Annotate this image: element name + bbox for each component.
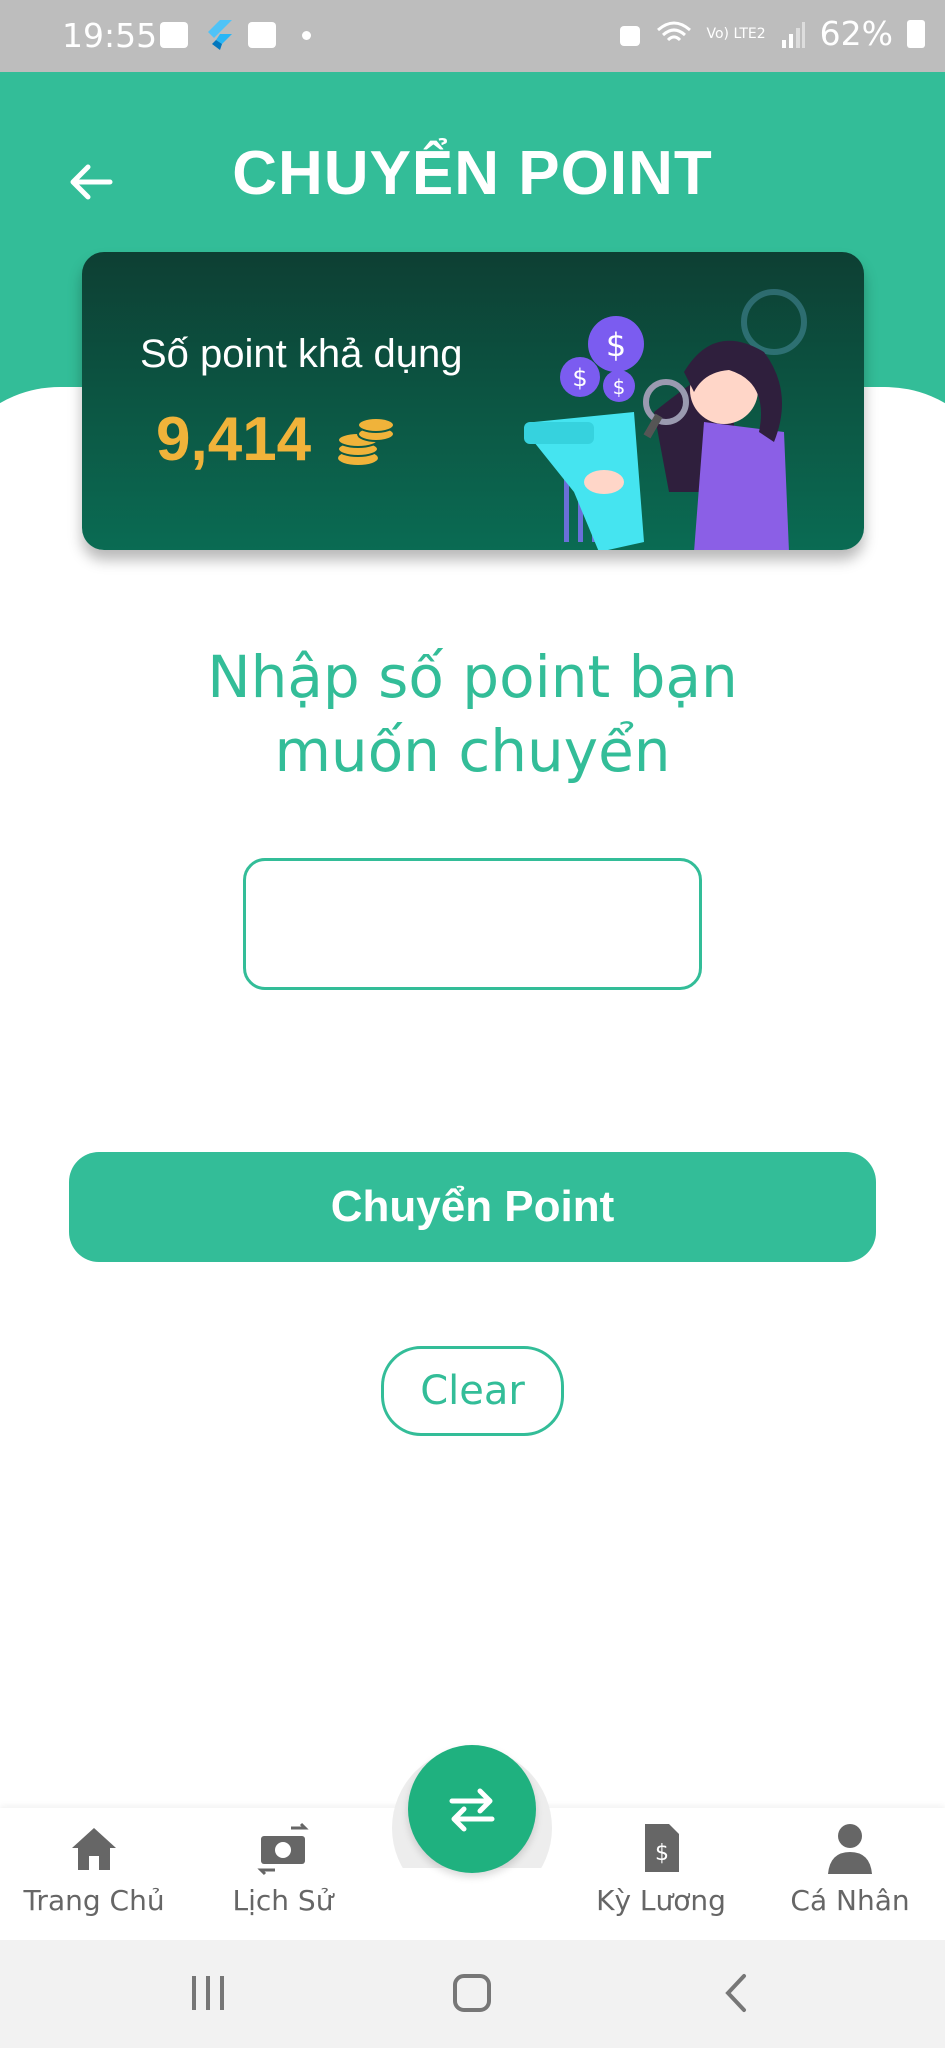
alarm-icon <box>620 25 641 46</box>
svg-text:$: $ <box>606 326 626 364</box>
more-notifications-dot <box>302 30 311 40</box>
transfer-point-button[interactable]: Chuyển Point <box>69 1152 876 1262</box>
amount-prompt: Nhập số point bạn muốn chuyển <box>120 640 825 788</box>
nav-item-payslip[interactable]: $ Kỳ Lương <box>581 1820 741 1930</box>
network-type: Vo) LTE2 <box>706 25 766 42</box>
nav-item-home[interactable]: Trang Chủ <box>14 1820 174 1930</box>
system-back-icon[interactable] <box>706 1968 766 2018</box>
prompt-line-2: muốn chuyển <box>274 717 671 785</box>
page-title: CHUYỂN POINT <box>232 139 713 208</box>
balance-value: 9,414 <box>156 405 312 474</box>
money-history-icon <box>257 1822 309 1876</box>
system-nav-bar <box>0 1940 945 2048</box>
transfer-fab-button[interactable] <box>408 1745 536 1873</box>
nav-item-history[interactable]: Lịch Sử <box>203 1820 363 1930</box>
clear-button[interactable]: Clear <box>381 1346 564 1436</box>
svg-text:$: $ <box>613 375 626 399</box>
status-time: 19:55 <box>62 16 158 55</box>
swap-arrows-icon <box>449 1788 495 1832</box>
balance-card: Số point khả dụng 9,414 $ $ $ <box>82 252 864 550</box>
nav-label-payslip: Kỳ Lương <box>596 1884 726 1917</box>
balance-label: Số point khả dụng <box>140 332 463 376</box>
point-amount-input[interactable] <box>243 858 702 990</box>
battery-icon <box>907 19 925 48</box>
payslip-icon: $ <box>645 1824 679 1872</box>
woman-with-receipt-illustration: $ $ $ <box>524 289 807 550</box>
person-icon <box>828 1824 872 1874</box>
nav-label-home: Trang Chủ <box>23 1884 165 1917</box>
svg-text:$: $ <box>655 1841 669 1866</box>
battery-percent: 62% <box>819 14 893 53</box>
svg-text:$: $ <box>572 364 587 392</box>
nav-label-history: Lịch Sử <box>232 1884 334 1917</box>
signal-icon <box>781 21 805 48</box>
recent-apps-icon[interactable] <box>178 1968 238 2018</box>
shopping-bag-icon <box>248 22 276 48</box>
prompt-line-1: Nhập số point bạn <box>207 643 738 711</box>
wifi-icon <box>657 21 692 41</box>
home-button-icon[interactable] <box>442 1968 502 2018</box>
coin-stack-icon <box>337 417 395 465</box>
nav-item-profile[interactable]: Cá Nhân <box>770 1820 930 1930</box>
gallery-icon <box>160 22 188 48</box>
status-bar: 19:55 Vo) LTE2 62% <box>0 0 945 72</box>
status-right: Vo) LTE2 62% <box>618 14 925 53</box>
notification-icons <box>160 20 311 50</box>
flutter-icon <box>208 20 232 50</box>
home-icon <box>72 1828 116 1870</box>
nav-label-profile: Cá Nhân <box>790 1884 910 1917</box>
